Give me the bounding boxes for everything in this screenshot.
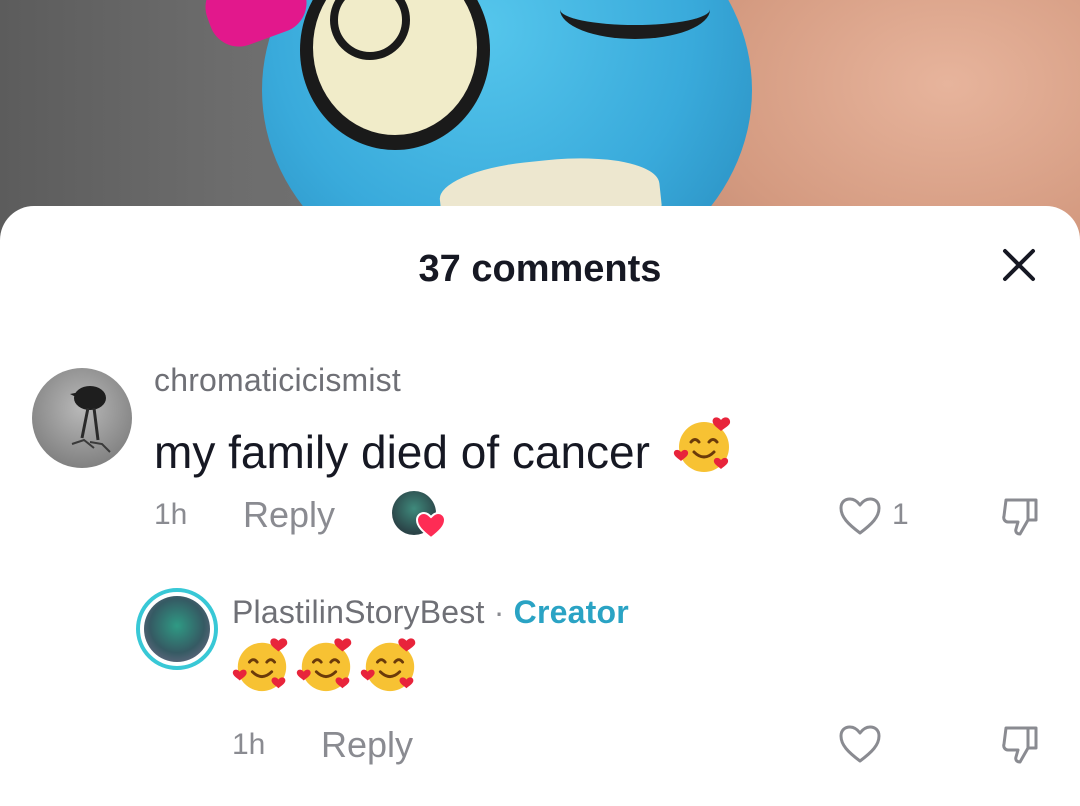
heart-outline-icon — [839, 725, 881, 763]
reply-dislike-button[interactable] — [998, 722, 1042, 771]
dislike-button[interactable] — [998, 494, 1042, 543]
reply-timestamp: 1h — [232, 728, 266, 761]
creator-badge: Creator — [513, 594, 629, 630]
smiling-face-with-hearts-icon — [296, 638, 352, 692]
like-button[interactable] — [838, 496, 882, 541]
reply-like-button[interactable] — [838, 724, 882, 769]
creator-avatar[interactable] — [136, 588, 218, 670]
close-icon — [1003, 249, 1035, 281]
commenter-avatar[interactable] — [32, 368, 132, 468]
comments-sheet: 37 comments chromaticicismist my family … — [0, 206, 1080, 806]
comment-username[interactable]: chromaticicismist — [154, 362, 401, 399]
reply-button[interactable]: Reply — [243, 494, 335, 536]
comment-text: my family died of cancer — [154, 414, 735, 487]
thumbs-down-icon — [1002, 498, 1038, 536]
reply-emoji-row — [232, 634, 420, 696]
reply-to-reply-button[interactable]: Reply — [321, 724, 413, 766]
smiling-face-with-hearts-icon — [673, 414, 735, 487]
reply-username[interactable]: PlastilinStoryBest — [232, 594, 485, 630]
comment-timestamp: 1h — [154, 498, 188, 531]
heart-outline-icon — [839, 497, 881, 535]
thumbs-down-icon — [1002, 726, 1038, 764]
reply-username-line: PlastilinStoryBest · Creator — [232, 594, 629, 631]
close-button[interactable] — [996, 242, 1042, 288]
creator-avatar-image — [144, 596, 210, 662]
crow-avatar-image — [70, 386, 111, 453]
name-separator: · — [493, 594, 505, 630]
comment-body: my family died of cancer — [154, 426, 650, 478]
comments-count-title: 37 comments — [418, 248, 662, 290]
smiling-face-with-hearts-icon — [232, 638, 288, 692]
creator-heart-icon — [416, 512, 446, 540]
smiling-face-with-hearts-icon — [360, 638, 416, 692]
like-count: 1 — [892, 498, 909, 531]
